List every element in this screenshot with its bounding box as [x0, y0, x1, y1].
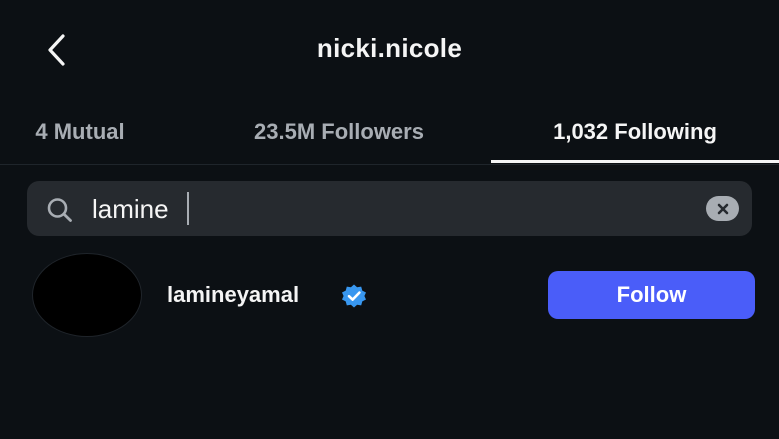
verified-badge-icon: [342, 284, 366, 308]
tab-followers[interactable]: 23.5M Followers: [200, 100, 478, 164]
page-title: nicki.nicole: [316, 33, 463, 63]
search-input[interactable]: [92, 190, 692, 228]
tab-following[interactable]: 1,032 Following: [491, 100, 779, 164]
clear-icon: [717, 203, 728, 214]
follow-button[interactable]: Follow: [548, 271, 755, 319]
list-item[interactable]: lamineyamal Follow: [0, 250, 779, 340]
tab-bar: 4 Mutual 23.5M Followers 1,032 Following: [0, 100, 779, 165]
avatar[interactable]: [32, 253, 142, 337]
tab-mutual[interactable]: 4 Mutual: [0, 100, 160, 164]
search-icon: [47, 198, 72, 222]
following-list-screen: nicki.nicole 4 Mutual 23.5M Followers 1,…: [0, 0, 779, 439]
clear-search-button[interactable]: [706, 196, 739, 221]
header: nicki.nicole: [0, 0, 779, 98]
username[interactable]: lamineyamal: [167, 282, 299, 308]
active-tab-indicator: [491, 160, 779, 163]
text-cursor: [187, 192, 189, 225]
